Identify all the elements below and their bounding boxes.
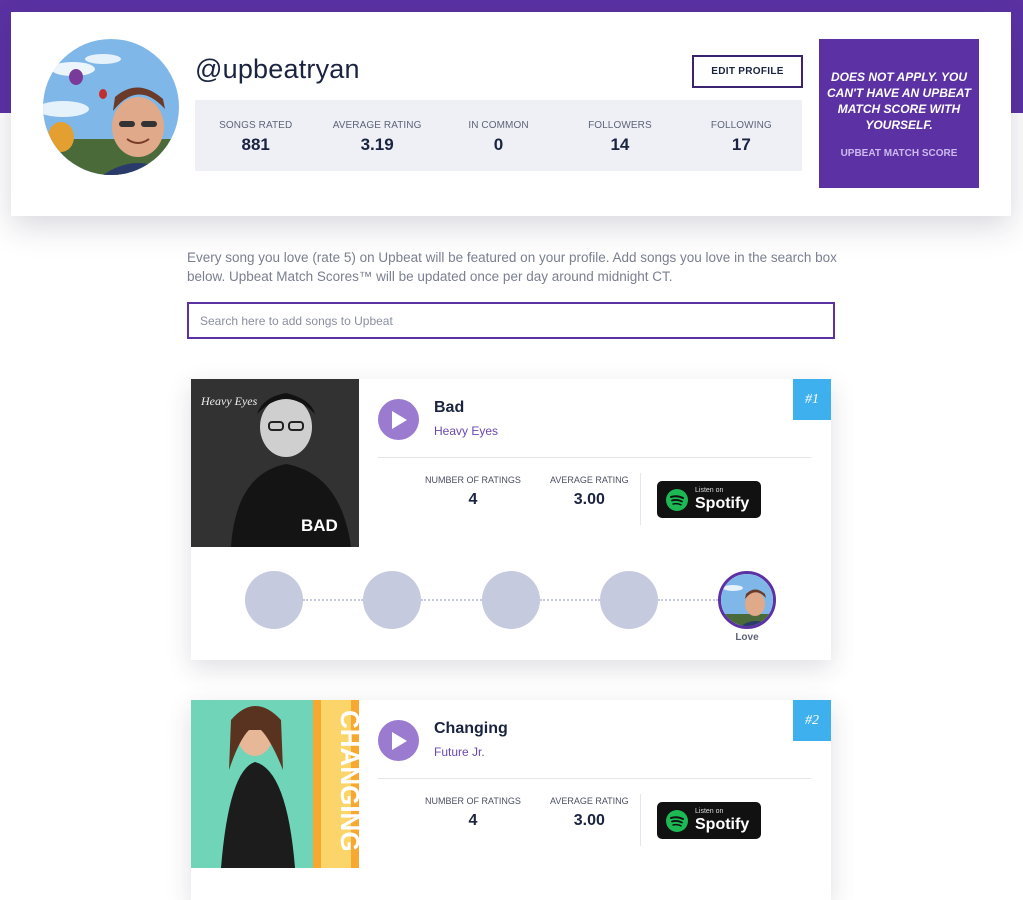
average-rating: AVERAGE RATING 3.00	[550, 475, 629, 509]
spotify-icon	[666, 809, 688, 832]
stat-value: 17	[731, 135, 751, 154]
profile-avatar[interactable]	[43, 39, 179, 175]
profile-handle: @upbeatryan	[195, 54, 360, 84]
album-cover: CHANGING	[191, 700, 359, 868]
stat-label: FOLLOWERS	[588, 120, 652, 131]
song-artist[interactable]: Future Jr.	[434, 745, 485, 759]
mini-stat-label: AVERAGE RATING	[550, 475, 629, 485]
mini-stat-label: AVERAGE RATING	[550, 796, 629, 806]
number-of-ratings: NUMBER OF RATINGS 4	[425, 796, 521, 830]
mini-stat-value: 3.00	[573, 491, 605, 508]
stat-label: FOLLOWING	[710, 120, 772, 131]
match-score-box: DOES NOT APPLY. YOU CAN'T HAVE AN UPBEAT…	[819, 39, 979, 188]
vertical-divider	[640, 473, 641, 525]
song-title[interactable]: Changing	[434, 720, 508, 738]
dotted-connector	[421, 599, 482, 601]
play-icon	[391, 731, 407, 750]
cover-title-text: BAD	[301, 516, 338, 535]
cover-title-text: CHANGING	[335, 710, 359, 852]
dotted-connector	[540, 599, 600, 601]
rating-love-label: Love	[735, 632, 759, 643]
profile-card: @upbeatryan EDIT PROFILE SONGS RATED 881…	[11, 12, 1011, 216]
spotify-big-text: Spotify	[695, 495, 750, 512]
mini-stat-value: 4	[468, 491, 478, 508]
song-card: Heavy Eyes BAD Bad Heavy Eyes #1 NUMBER …	[191, 379, 831, 660]
cover-script-text: Heavy Eyes	[200, 394, 258, 408]
mini-stat-value: 4	[468, 812, 478, 829]
stat-value: 14	[610, 135, 630, 154]
mini-stat-label: NUMBER OF RATINGS	[425, 796, 521, 806]
search-input[interactable]	[187, 302, 835, 339]
spotify-big-text: Spotify	[695, 816, 750, 833]
dotted-connector	[303, 599, 363, 601]
album-cover: Heavy Eyes BAD	[191, 379, 359, 547]
rating-dot-3[interactable]	[482, 571, 540, 629]
edit-profile-button[interactable]: EDIT PROFILE	[692, 55, 803, 88]
rank-badge: #2	[793, 700, 831, 741]
stat-label: IN COMMON	[468, 120, 529, 131]
song-card: CHANGING Changing Future Jr. #2 NUMBER O…	[191, 700, 831, 900]
play-icon	[391, 410, 407, 429]
play-button[interactable]	[378, 399, 419, 440]
dotted-connector	[658, 599, 718, 601]
song-artist[interactable]: Heavy Eyes	[434, 424, 498, 438]
rank-badge: #1	[793, 379, 831, 420]
stat-label: AVERAGE RATING	[332, 120, 422, 131]
stat-songs-rated: SONGS RATED 881	[195, 100, 316, 171]
rating-dot-2[interactable]	[363, 571, 421, 629]
stat-value: 881	[241, 135, 270, 154]
song-title[interactable]: Bad	[434, 399, 464, 417]
listen-on-spotify-button[interactable]: Listen on Spotify	[657, 481, 761, 518]
number-of-ratings: NUMBER OF RATINGS 4	[425, 475, 521, 509]
stat-label: SONGS RATED	[219, 120, 293, 131]
stat-in-common: IN COMMON 0	[438, 100, 559, 171]
stat-followers[interactable]: FOLLOWERS 14	[559, 100, 680, 171]
stat-average-rating: AVERAGE RATING 3.19	[316, 100, 437, 171]
listen-on-spotify-button[interactable]: Listen on Spotify	[657, 802, 761, 839]
intro-text: Every song you love (rate 5) on Upbeat w…	[187, 250, 837, 284]
mini-stat-label: NUMBER OF RATINGS	[425, 475, 521, 485]
match-score-message: DOES NOT APPLY. YOU CAN'T HAVE AN UPBEAT…	[827, 70, 971, 132]
spotify-icon	[666, 488, 688, 511]
vertical-divider	[640, 794, 641, 846]
rating-dot-4[interactable]	[600, 571, 658, 629]
average-rating: AVERAGE RATING 3.00	[550, 796, 629, 830]
divider	[378, 457, 811, 458]
rating-dot-5-avatar[interactable]	[718, 571, 776, 629]
rating-dot-1[interactable]	[245, 571, 303, 629]
stat-value: 0	[493, 135, 504, 154]
divider	[378, 778, 811, 779]
spotify-small-text: Listen on	[695, 487, 724, 494]
spotify-small-text: Listen on	[695, 808, 724, 815]
stat-value: 3.19	[360, 135, 394, 154]
stat-following[interactable]: FOLLOWING 17	[681, 100, 802, 171]
rating-scale: Love	[191, 571, 831, 643]
profile-stats: SONGS RATED 881 AVERAGE RATING 3.19 IN C…	[195, 100, 802, 171]
match-score-label: UPBEAT MATCH SCORE	[840, 148, 958, 159]
mini-stat-value: 3.00	[573, 812, 605, 829]
play-button[interactable]	[378, 720, 419, 761]
